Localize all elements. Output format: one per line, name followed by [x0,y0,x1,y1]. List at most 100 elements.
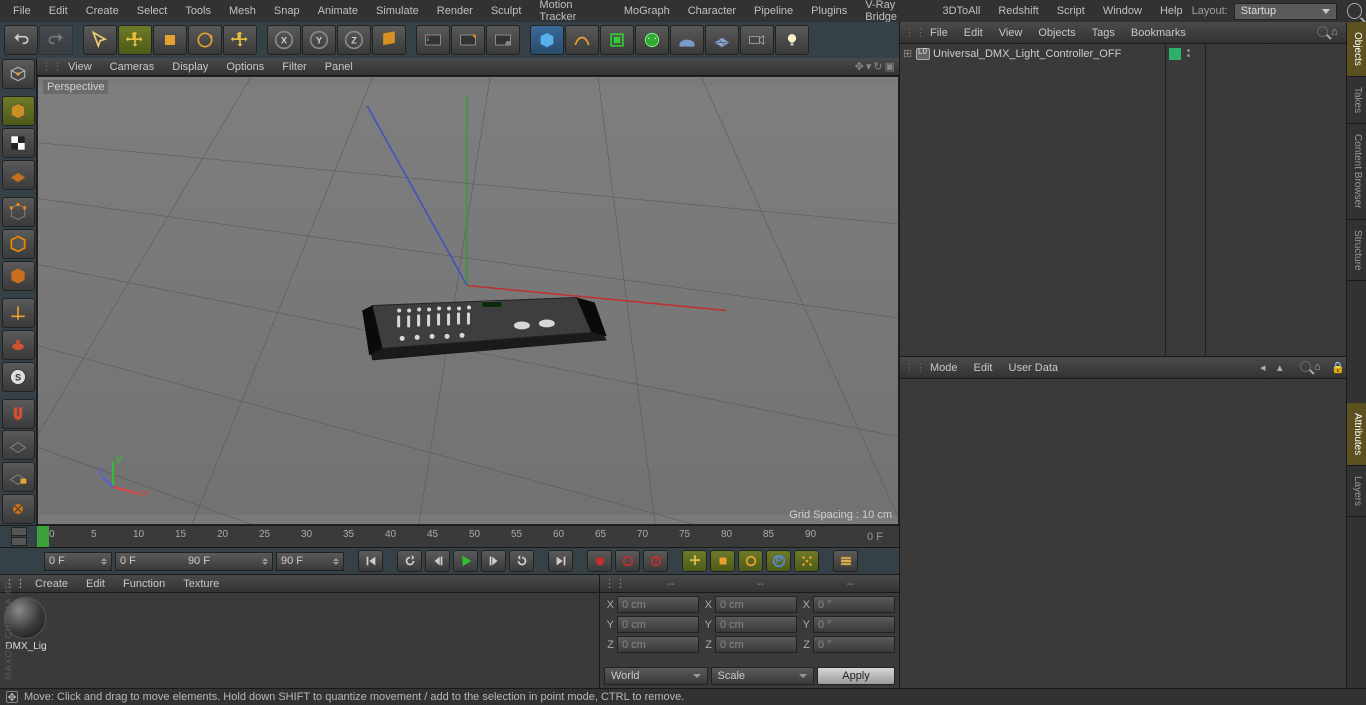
add-cube-button[interactable] [530,25,564,55]
obj-menu-view[interactable]: View [991,27,1031,39]
attr-menu-edit[interactable]: Edit [966,362,1001,374]
vp-nav-icon[interactable]: ✥ [855,60,864,73]
object-tags-col[interactable] [1206,44,1366,356]
menu-script[interactable]: Script [1048,2,1094,20]
vp-menu-panel[interactable]: Panel [316,61,362,73]
add-light-button[interactable] [775,25,809,55]
mat-menu-edit[interactable]: Edit [77,578,114,590]
back-icon[interactable]: ◂ [1260,361,1274,375]
vp-menu-filter[interactable]: Filter [273,61,315,73]
home-icon[interactable]: ⌂ [1314,361,1328,375]
obj-menu-tags[interactable]: Tags [1084,27,1123,39]
move-tool[interactable] [118,25,152,55]
live-select-tool[interactable] [83,25,117,55]
attr-menu-mode[interactable]: Mode [922,362,966,374]
z-axis-button[interactable]: Z [337,25,371,55]
vp-menu-view[interactable]: View [59,61,101,73]
polygons-mode-button[interactable] [2,261,35,291]
key-pos-button[interactable] [682,550,707,572]
coord-mode-dropdown[interactable]: World [604,667,708,685]
timeline-playhead[interactable] [37,526,49,547]
grip-icon[interactable]: ⋮⋮ [41,60,59,73]
visibility-dots-icon[interactable] [1184,47,1194,59]
add-floor-button[interactable] [705,25,739,55]
redo-button[interactable] [39,25,73,55]
key-param-button[interactable]: P [766,550,791,572]
render-picture-button[interactable] [451,25,485,55]
vp-zoom-icon[interactable]: ▾ [866,60,872,73]
key-pla-button[interactable] [794,550,819,572]
vtab-attributes[interactable]: Attributes [1347,403,1366,466]
goto-end-button[interactable] [548,550,573,572]
vtab-layers[interactable]: Layers [1347,466,1366,517]
menu-render[interactable]: Render [428,2,482,20]
scl-x-field[interactable]: 0 cm [715,596,797,613]
menu-simulate[interactable]: Simulate [367,2,428,20]
keyframe-sel-button[interactable]: ? [643,550,668,572]
vp-max-icon[interactable]: ▣ [885,60,895,73]
menu-animate[interactable]: Animate [309,2,367,20]
axis-mode-button[interactable] [2,298,35,328]
object-name[interactable]: Universal_DMX_Light_Controller_OFF [933,48,1121,60]
next-key-button[interactable] [509,550,534,572]
x-axis-button[interactable]: X [267,25,301,55]
rot-x-field[interactable]: 0 ° [813,596,895,613]
scl-z-field[interactable]: 0 cm [715,636,797,653]
vp-rot-icon[interactable]: ↻ [873,60,882,73]
obj-menu-file[interactable]: File [922,27,956,39]
menu-character[interactable]: Character [679,2,745,20]
attr-menu-userdata[interactable]: User Data [1001,362,1067,374]
vp-menu-options[interactable]: Options [217,61,273,73]
grip-icon[interactable]: ⋮⋮ [604,577,626,590]
search-icon[interactable] [1317,26,1328,37]
menu-select[interactable]: Select [128,2,177,20]
menu-mesh[interactable]: Mesh [220,2,265,20]
timeline-ruler[interactable]: 051015202530354045505560657075808590 0 F [0,525,899,547]
vtab-takes[interactable]: Takes [1347,77,1366,124]
frame-start-field[interactable]: 0 F [44,552,112,571]
locked-workplane-button[interactable] [2,462,35,492]
frame-range-field[interactable]: 0 F90 F [115,552,273,571]
workplane-mode-button[interactable] [2,160,35,190]
rot-y-field[interactable]: 0 ° [813,616,895,633]
coord-op-dropdown[interactable]: Scale [711,667,815,685]
menu-tools[interactable]: Tools [176,2,220,20]
menu-window[interactable]: Window [1094,2,1151,20]
movie-button[interactable] [833,550,858,572]
grip-icon[interactable]: ⋮⋮ [904,26,922,39]
pos-z-field[interactable]: 0 cm [617,636,699,653]
up-icon[interactable]: ▴ [1277,361,1291,375]
menu-create[interactable]: Create [77,2,128,20]
add-spline-button[interactable] [565,25,599,55]
autokey-button[interactable] [615,550,640,572]
key-rot-button[interactable] [738,550,763,572]
timeline-track[interactable]: 051015202530354045505560657075808590 [37,526,851,547]
texture-mode-button[interactable] [2,128,35,158]
menu-help[interactable]: Help [1151,2,1192,20]
rotate-tool[interactable] [188,25,222,55]
menu-plugins[interactable]: Plugins [802,2,856,20]
grip-icon[interactable]: ⋮⋮ [904,361,922,374]
menu-3dtoall[interactable]: 3DToAll [933,2,989,20]
add-environment-button[interactable] [670,25,704,55]
magnet-button[interactable] [2,399,35,429]
coord-system-button[interactable] [372,25,406,55]
goto-start-button[interactable] [358,550,383,572]
model-mode-button[interactable] [2,96,35,126]
vtab-content-browser[interactable]: Content Browser [1347,124,1366,219]
ruler-mode-icon[interactable] [11,527,27,536]
add-camera-button[interactable] [740,25,774,55]
layout-dropdown[interactable]: Startup [1234,3,1338,20]
vtab-objects[interactable]: Objects [1347,22,1366,77]
search-icon[interactable] [1347,3,1362,19]
obj-menu-bookmarks[interactable]: Bookmarks [1123,27,1194,39]
rot-z-field[interactable]: 0 ° [813,636,895,653]
points-mode-button[interactable] [2,197,35,227]
expand-icon[interactable]: ⊞ [903,47,913,60]
next-frame-button[interactable] [481,550,506,572]
ruler-lock-icon[interactable] [11,537,27,546]
vtab-structure[interactable]: Structure [1347,220,1366,282]
pos-x-field[interactable]: 0 cm [617,596,699,613]
undo-button[interactable] [4,25,38,55]
viewport-solo-button[interactable] [2,330,35,360]
